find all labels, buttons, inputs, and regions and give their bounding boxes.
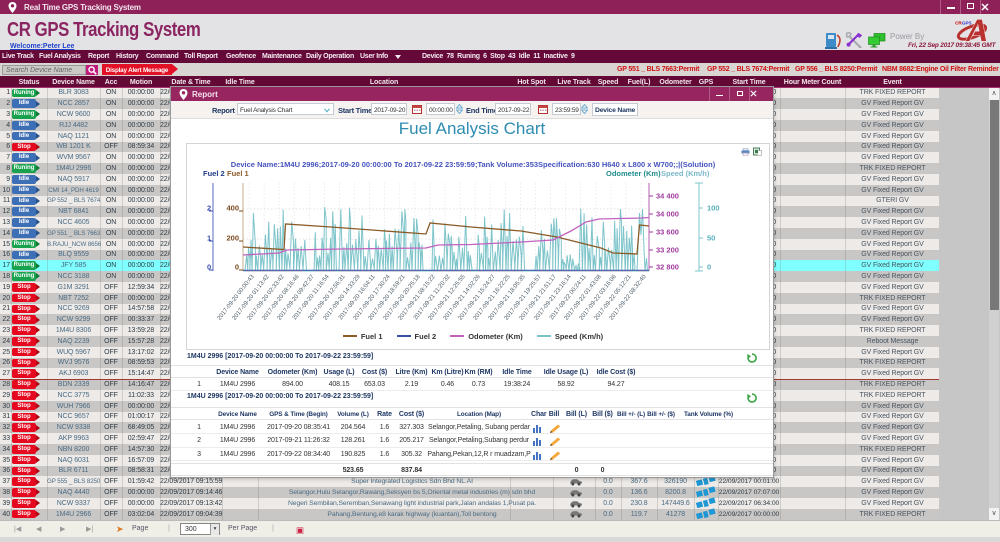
svg-text:GPS: GPS	[962, 20, 972, 25]
